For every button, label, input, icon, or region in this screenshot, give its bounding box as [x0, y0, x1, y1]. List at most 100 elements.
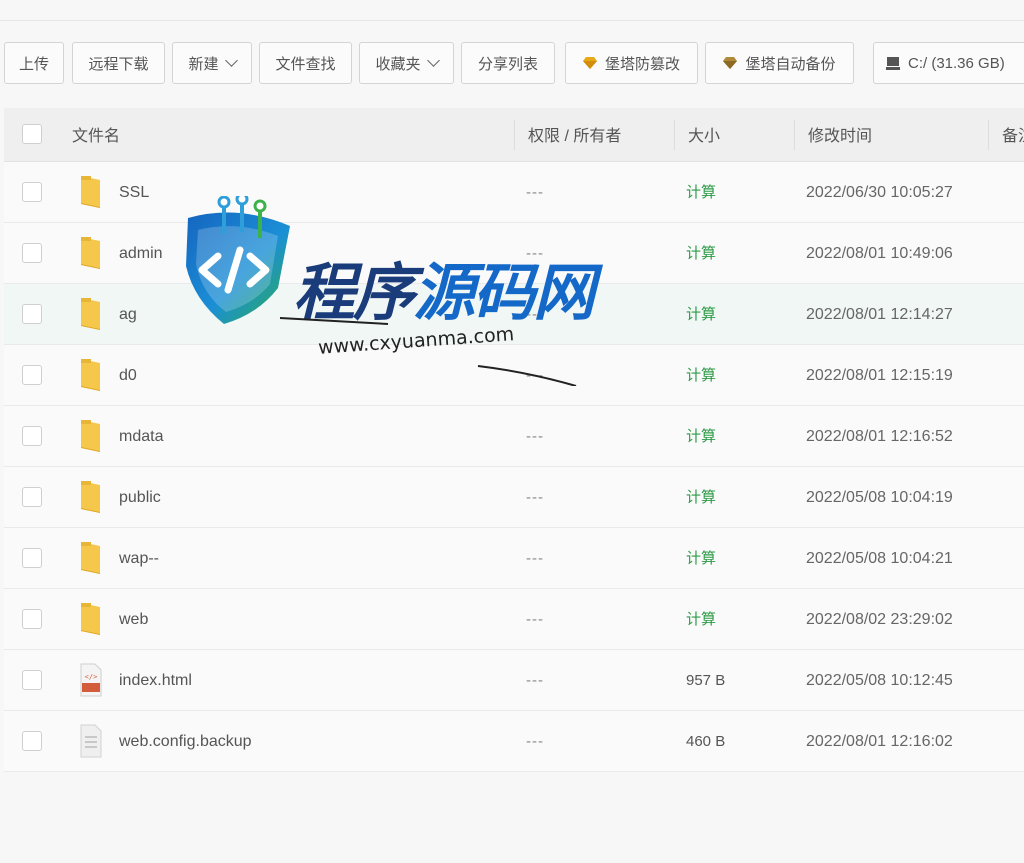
modified-time-cell: 2022/08/01 12:15:19 [806, 367, 953, 384]
permission-cell: --- [526, 489, 544, 506]
new-dropdown-button[interactable]: 新建 [172, 42, 252, 84]
column-header-name[interactable]: 文件名 [72, 108, 120, 161]
file-name[interactable]: index.html [119, 650, 192, 712]
column-header-permission[interactable]: 权限 / 所有者 [528, 108, 621, 161]
row-checkbox[interactable] [22, 548, 42, 568]
calculate-size-link[interactable]: 计算 [686, 284, 716, 346]
modified-time-cell: 2022/08/01 12:14:27 [806, 306, 953, 323]
file-name[interactable]: public [119, 467, 161, 529]
column-header-mtime[interactable]: 修改时间 [808, 108, 872, 161]
calculate-size-link[interactable]: 计算 [686, 528, 716, 590]
new-label: 新建 [188, 55, 219, 73]
gem-icon [723, 57, 738, 69]
calculate-size-link[interactable]: 计算 [686, 406, 716, 468]
folder-icon [78, 479, 104, 515]
folder-icon [78, 235, 104, 271]
permission-cell: --- [526, 733, 544, 750]
column-header-extra[interactable]: 备注 [1002, 108, 1024, 161]
permission-cell: --- [526, 611, 544, 628]
column-divider [794, 120, 795, 150]
calculate-size-link[interactable]: 计算 [686, 589, 716, 651]
remote-download-button[interactable]: 远程下载 [72, 42, 165, 84]
folder-icon [78, 601, 104, 637]
auto-backup-label: 堡塔自动备份 [745, 55, 836, 73]
select-all-checkbox[interactable] [22, 124, 42, 144]
column-divider [988, 120, 989, 150]
table-row[interactable]: web --- 计算 2022/08/02 23:29:02 [4, 589, 1024, 650]
file-name[interactable]: d0 [119, 345, 137, 407]
remote-download-label: 远程下载 [88, 55, 149, 73]
column-divider [674, 120, 675, 150]
svg-text:</>: </> [85, 673, 98, 681]
disk-label: C:/ (31.36 GB) [908, 54, 1005, 72]
folder-icon [78, 296, 104, 332]
file-search-button[interactable]: 文件查找 [259, 42, 352, 84]
calculate-size-link[interactable]: 计算 [686, 162, 716, 224]
table-row[interactable]: web.config.backup --- 460 B 2022/08/01 12:1… [4, 711, 1024, 772]
modified-time-cell: 2022/05/08 10:04:19 [806, 489, 953, 506]
tamper-proof-label: 堡塔防篡改 [604, 55, 680, 73]
size-cell: 460 B [686, 733, 726, 750]
modified-time-cell: 2022/06/30 10:05:27 [806, 184, 953, 201]
row-checkbox[interactable] [22, 609, 42, 629]
size-cell: 957 B [686, 672, 726, 689]
file-name[interactable]: web.config.backup [119, 711, 252, 773]
share-list-label: 分享列表 [477, 55, 538, 73]
upload-button[interactable]: 上传 [4, 42, 64, 84]
disk-icon [886, 57, 900, 70]
table-row[interactable]: mdata --- 计算 2022/08/01 12:16:52 [4, 406, 1024, 467]
folder-icon [78, 357, 104, 393]
table-row[interactable]: wap-- --- 计算 2022/05/08 10:04:21 [4, 528, 1024, 589]
modified-time-cell: 2022/05/08 10:12:45 [806, 672, 953, 689]
file-name[interactable]: admin [119, 223, 163, 285]
row-checkbox[interactable] [22, 731, 42, 751]
share-list-button[interactable]: 分享列表 [461, 42, 555, 84]
table-row[interactable]: </> index.html --- 957 B 2022/05/08 10:12:45 [4, 650, 1024, 711]
top-divider [0, 20, 1024, 21]
row-checkbox[interactable] [22, 487, 42, 507]
upload-label: 上传 [18, 55, 49, 73]
favorites-label: 收藏夹 [375, 55, 421, 73]
modified-time-cell: 2022/08/01 12:16:02 [806, 733, 953, 750]
chevron-down-icon [224, 54, 238, 67]
table-row[interactable]: public --- 计算 2022/05/08 10:04:19 [4, 467, 1024, 528]
permission-cell: --- [526, 672, 544, 689]
auto-backup-button[interactable]: 堡塔自动备份 [705, 42, 854, 84]
file-name[interactable]: web [119, 589, 148, 651]
file-name[interactable]: SSL [119, 162, 149, 224]
row-checkbox[interactable] [22, 426, 42, 446]
chevron-down-icon [426, 54, 440, 67]
gem-icon [582, 57, 597, 69]
text-file-icon [78, 723, 104, 759]
row-checkbox[interactable] [22, 670, 42, 690]
toolbar: 上传 远程下载 新建 文件查找 收藏夹 分享列表 堡塔防篡改 堡塔自动备份 C:… [0, 42, 1024, 86]
html-file-icon: </> [78, 662, 104, 698]
folder-icon [78, 418, 104, 454]
permission-cell: --- [526, 550, 544, 567]
row-checkbox[interactable] [22, 304, 42, 324]
folder-icon [78, 540, 104, 576]
modified-time-cell: 2022/08/01 12:16:52 [806, 428, 953, 445]
calculate-size-link[interactable]: 计算 [686, 467, 716, 529]
file-name[interactable]: ag [119, 284, 137, 346]
modified-time-cell: 2022/08/02 23:29:02 [806, 611, 953, 628]
row-checkbox[interactable] [22, 243, 42, 263]
calculate-size-link[interactable]: 计算 [686, 223, 716, 285]
file-name[interactable]: wap-- [119, 528, 159, 590]
modified-time-cell: 2022/05/08 10:04:21 [806, 550, 953, 567]
table-header: 文件名 权限 / 所有者 大小 修改时间 备注 [4, 108, 1024, 162]
modified-time-cell: 2022/08/01 10:49:06 [806, 245, 953, 262]
favorites-dropdown-button[interactable]: 收藏夹 [359, 42, 454, 84]
permission-cell: --- [526, 428, 544, 445]
folder-icon [78, 174, 104, 210]
row-checkbox[interactable] [22, 365, 42, 385]
column-header-size[interactable]: 大小 [688, 108, 720, 161]
calculate-size-link[interactable]: 计算 [686, 345, 716, 407]
file-name[interactable]: mdata [119, 406, 163, 468]
row-checkbox[interactable] [22, 182, 42, 202]
file-search-label: 文件查找 [275, 55, 336, 73]
column-divider [514, 120, 515, 150]
tamper-proof-button[interactable]: 堡塔防篡改 [565, 42, 698, 84]
disk-selector-button[interactable]: C:/ (31.36 GB) [873, 42, 1024, 84]
watermark: 程序源码网 www.cxyuanma.com [178, 196, 628, 396]
